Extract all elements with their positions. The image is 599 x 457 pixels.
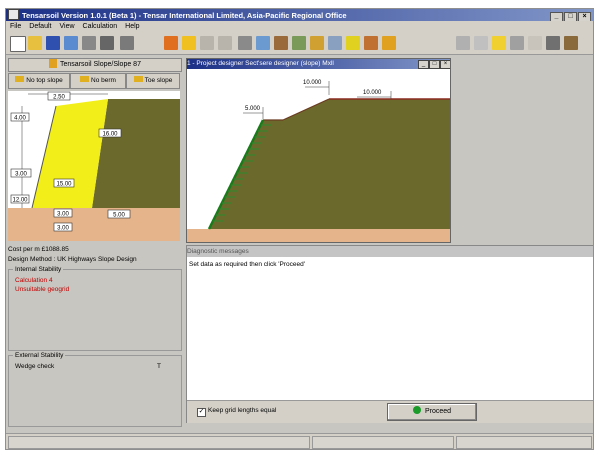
report-icon[interactable] (364, 36, 378, 50)
external-stability-group: External Stability Wedge check T (8, 352, 182, 427)
help-icon[interactable] (564, 36, 578, 50)
internal-stability-group: Internal Stability Calculation 4 Unsuita… (8, 266, 182, 351)
child-minimize-button[interactable]: _ (418, 60, 429, 69)
wedge-check-value: T (157, 363, 161, 370)
tab-no-top-slope-label: No top slope (26, 77, 63, 84)
diagnostic-message: Set data as required then click 'Proceed… (189, 261, 305, 268)
dim-g: 3.00 (57, 226, 69, 232)
menu-help[interactable]: Help (121, 21, 143, 32)
water-icon[interactable] (256, 36, 270, 50)
soil-icon[interactable] (120, 36, 134, 50)
layer-icon[interactable] (200, 36, 214, 50)
open-icon[interactable] (28, 36, 42, 50)
no-berm-icon (80, 76, 90, 82)
child-maximize-button[interactable]: □ (429, 60, 440, 69)
external-stability-label: External Stability (13, 352, 66, 359)
save-icon[interactable] (46, 36, 60, 50)
no-top-slope-icon (15, 76, 25, 82)
title-bar: Tensarsoil Version 1.0.1 (Beta 1) - Tens… (6, 9, 593, 23)
label-left: 5.000 (245, 106, 261, 112)
toolbar (6, 32, 593, 55)
keep-grid-lengths-checkbox[interactable]: ✓ (197, 408, 206, 417)
child-close-button[interactable]: × (440, 60, 450, 69)
chart-icon[interactable] (456, 36, 470, 50)
seismic-icon[interactable] (328, 36, 342, 50)
slope-button[interactable]: Tensarsoil Slope/Slope 87 (8, 58, 182, 72)
dim-d: 3.00 (15, 172, 27, 178)
cost-text: Cost per m £1088.85 (8, 246, 69, 253)
slope-icon (49, 59, 58, 68)
wedge-check-label: Wedge check (15, 363, 55, 370)
keep-grid-lengths-label: Keep grid lengths equal (208, 407, 277, 414)
dim-h: 5.00 (113, 213, 125, 219)
load-icon[interactable] (238, 36, 252, 50)
dim-f: 3.00 (57, 212, 69, 218)
child-title-bar: 1 - Project designer Sect'sere designer … (187, 59, 450, 69)
menu-file[interactable]: File (6, 21, 25, 32)
export-icon[interactable] (492, 36, 506, 50)
tab-toe-slope-label: Toe slope (144, 77, 173, 84)
dim-e: 15.00 (56, 182, 72, 188)
print-icon[interactable] (82, 36, 96, 50)
menu-bar: File Default View Calculation Help (6, 21, 593, 32)
internal-stability-label: Internal Stability (13, 266, 64, 273)
surcharge-icon[interactable] (292, 36, 306, 50)
app-window: Tensarsoil Version 1.0.1 (Beta 1) - Tens… (5, 8, 594, 450)
tab-no-top-slope[interactable]: No top slope (8, 73, 70, 89)
foundation-strip (187, 229, 450, 242)
menu-view[interactable]: View (55, 21, 78, 32)
print-preview-icon[interactable] (64, 36, 78, 50)
block-icon[interactable] (164, 36, 178, 50)
proceed-label: Proceed (424, 408, 452, 415)
slope-option-tabs: No top slope No berm Toe slope (8, 73, 180, 89)
diagnostic-title: Diagnostic messages (187, 246, 593, 257)
internal-stability-line-2: Unsuitable geogrid (15, 286, 70, 293)
toe-slope-icon (133, 76, 143, 82)
foundation-layer (8, 208, 180, 241)
anchor-icon[interactable] (310, 36, 324, 50)
design-method-text: Design Method : UK Highways Slope Design (8, 256, 137, 263)
grid-icon[interactable] (182, 36, 196, 50)
app-icon (8, 9, 19, 20)
label-top-mid: 10.000 (303, 80, 322, 86)
label-top-right: 10.000 (363, 90, 382, 96)
internal-stability-line-1: Calculation 4 (15, 277, 53, 284)
proceed-button[interactable]: Proceed (387, 403, 477, 421)
dim-a: 2.50 (53, 95, 65, 101)
diagnostic-footer: ✓ Keep grid lengths equal Proceed (187, 400, 593, 423)
wall-icon[interactable] (218, 36, 232, 50)
tools-icon[interactable] (546, 36, 560, 50)
dim-c: 16.00 (102, 132, 118, 138)
dim-i: 12.00 (12, 198, 28, 204)
menu-calculation[interactable]: Calculation (79, 21, 122, 32)
menu-default[interactable]: Default (25, 21, 55, 32)
window-title: Tensarsoil Version 1.0.1 (Beta 1) - Tens… (22, 11, 347, 20)
status-pane-3 (456, 436, 592, 449)
child-title: 1 - Project designer Sect'sere designer … (187, 60, 334, 67)
table-icon[interactable] (474, 36, 488, 50)
settings-icon[interactable] (510, 36, 524, 50)
status-pane-2 (312, 436, 454, 449)
new-icon[interactable] (10, 36, 26, 52)
diagnostic-window: Diagnostic messages Set data as required… (186, 245, 593, 423)
results-icon[interactable] (346, 36, 360, 50)
window-icon[interactable] (528, 36, 542, 50)
dim-b: 4.00 (14, 116, 26, 122)
copy-icon[interactable] (100, 36, 114, 50)
run-icon[interactable] (382, 36, 396, 50)
proceed-icon (412, 406, 421, 414)
slope-section-drawing: 10.000 10.000 5.000 (187, 69, 450, 242)
tab-no-berm-label: No berm (91, 77, 116, 84)
reinforcement-icon[interactable] (274, 36, 288, 50)
slope-label: Tensarsoil Slope/Slope 87 (60, 61, 141, 68)
design-child-window: 1 - Project designer Sect'sere designer … (186, 58, 451, 243)
status-bar (6, 433, 593, 449)
status-pane-main (8, 436, 310, 449)
slope-diagram: 2.50 4.00 16.00 3.00 15.00 3.00 3.00 5.0… (8, 91, 180, 241)
left-panel: Tensarsoil Slope/Slope 87 No top slope N… (6, 57, 182, 429)
tab-toe-slope[interactable]: Toe slope (126, 73, 180, 89)
tab-no-berm[interactable]: No berm (70, 73, 126, 89)
